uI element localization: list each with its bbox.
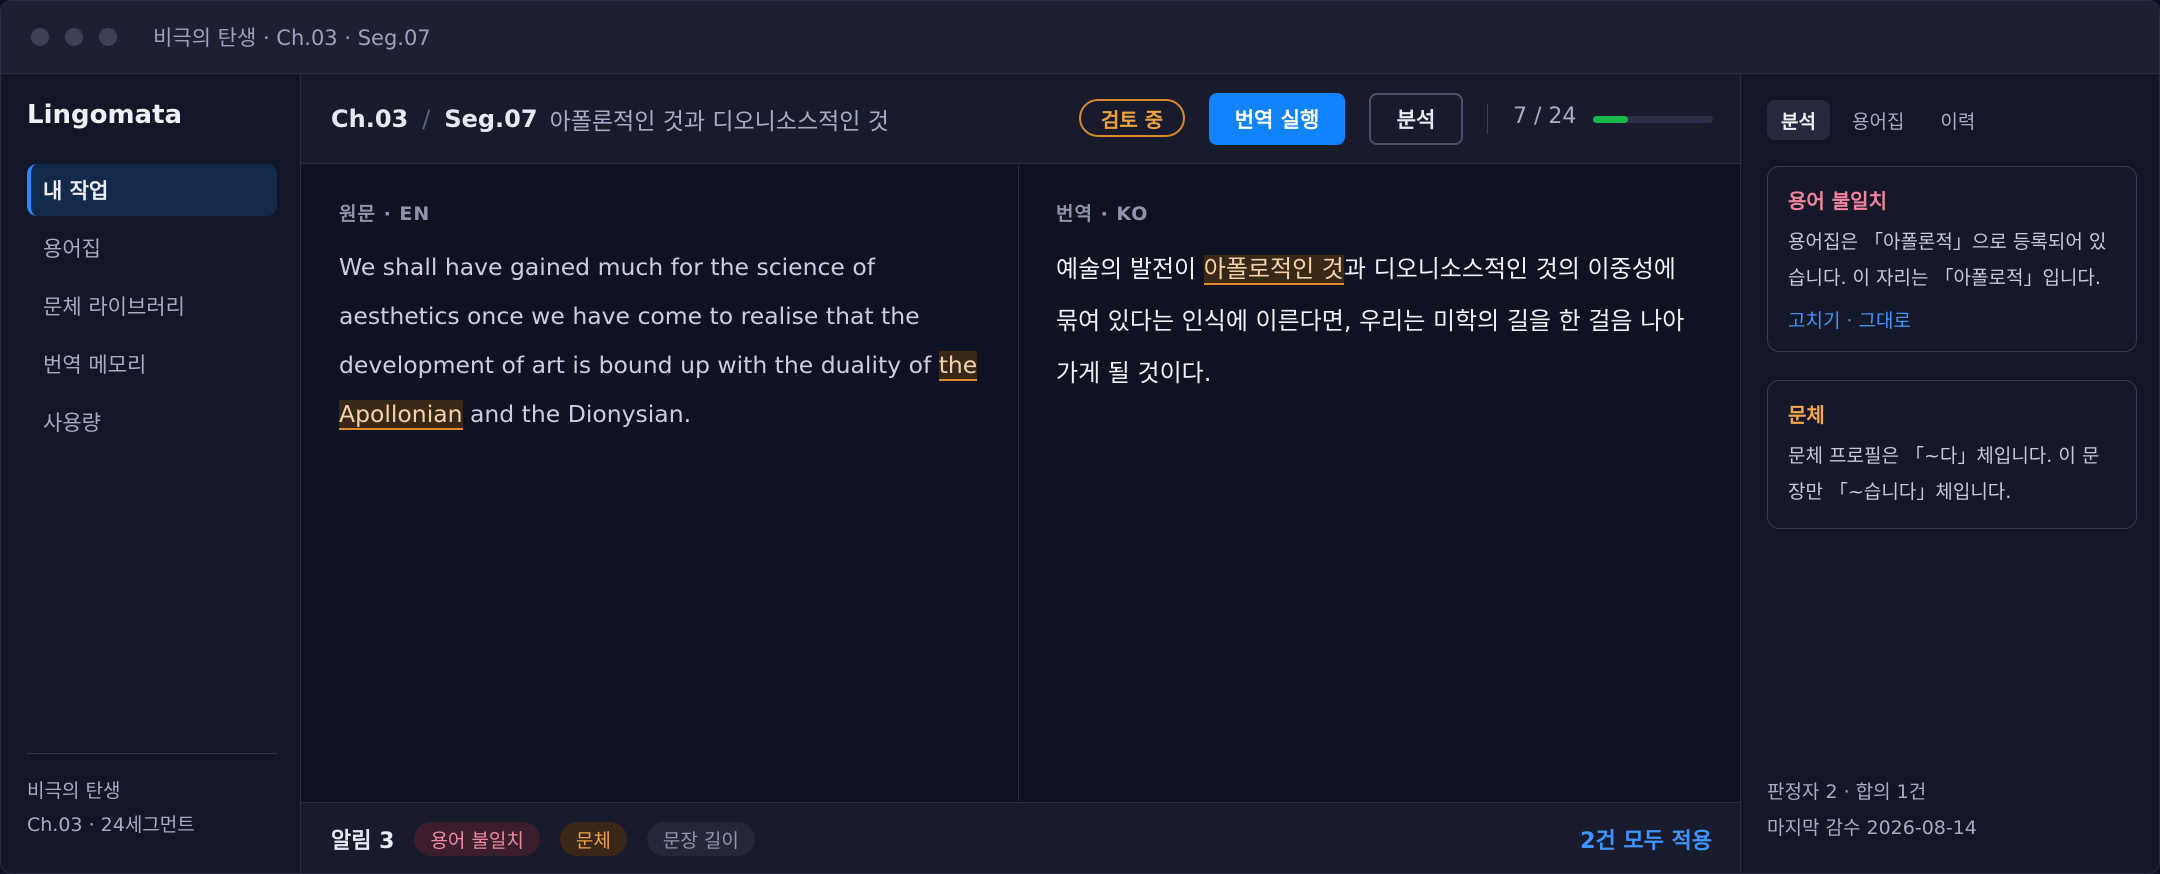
target-pane: 번역 · KO 예술의 발전이 아폴로적인 것과 디오니소스적인 것의 이중성에…	[1020, 165, 1740, 801]
sidebar-item-usage[interactable]: 사용량	[27, 396, 277, 448]
maximize-window-button[interactable]	[99, 28, 117, 46]
target-text-editor[interactable]: 예술의 발전이 아폴로적인 것과 디오니소스적인 것의 이중성에 묶여 있다는 …	[1056, 243, 1696, 399]
source-text-after: and the Dionysian.	[462, 400, 692, 428]
toolbar-divider	[1487, 104, 1488, 134]
project-info: 비극의 탄생 Ch.03 · 24세그먼트	[27, 774, 195, 842]
term-card-title: 용어 불일치	[1788, 189, 1887, 213]
alert-count: 알림 3	[331, 829, 395, 854]
style-card-title: 문체	[1788, 403, 1825, 427]
sidebar-divider	[27, 753, 277, 754]
sidebar: Lingomata 내 작업 용어집 문체 라이브러리 번역 메모리 사용량 비…	[1, 74, 301, 873]
sidebar-nav: 내 작업 용어집 문체 라이브러리 번역 메모리 사용량	[27, 164, 277, 454]
target-label: 번역 · KO	[1056, 203, 1149, 225]
alert-chip-style[interactable]: 문체	[559, 822, 627, 856]
last-review-date: 마지막 감수 2026-08-14	[1767, 817, 1977, 839]
project-chapter-info: Ch.03 · 24세그먼트	[27, 814, 195, 836]
source-label: 원문 · EN	[339, 203, 431, 225]
analysis-panel: 분석 용어집 이력 용어 불일치 용어집은 「아폴론적」으로 등록되어 있습니다…	[1740, 74, 2159, 873]
target-text-before: 예술의 발전이	[1056, 255, 1204, 283]
brand-logo: Lingomata	[27, 100, 183, 130]
breadcrumb-separator: /	[422, 104, 431, 133]
term-card-actions[interactable]: 고치기 · 그대로	[1788, 306, 2116, 333]
close-window-button[interactable]	[31, 28, 49, 46]
target-term-highlight[interactable]: 아폴로적인 것	[1203, 255, 1344, 285]
tab-glossary[interactable]: 용어집	[1838, 100, 1918, 140]
source-text-before: We shall have gained much for the scienc…	[339, 253, 939, 379]
term-card-body: 용어집은 「아폴론적」으로 등록되어 있습니다. 이 자리는 「아폴로적」입니다…	[1788, 231, 2107, 289]
breadcrumb-chapter[interactable]: Ch.03	[331, 105, 408, 133]
editor-main: Ch.03 / Seg.07 아폴론적인 것과 디오니소스적인 것 검토 중 번…	[301, 74, 1740, 873]
alert-chip-term-mismatch[interactable]: 용어 불일치	[414, 822, 540, 856]
segment-progress-text: 7 / 24	[1513, 104, 1577, 129]
sidebar-item-glossary[interactable]: 용어집	[27, 222, 277, 274]
breadcrumb: Ch.03 / Seg.07 아폴론적인 것과 디오니소스적인 것	[331, 102, 889, 136]
style-card-body: 문체 프로필은 「~다」체입니다. 이 문장만 「~습니다」체입니다.	[1788, 445, 2100, 503]
run-translation-button[interactable]: 번역 실행	[1209, 93, 1345, 145]
segment-progress-bar	[1593, 116, 1713, 123]
reviewer-summary: 판정자 2 · 합의 1건	[1767, 781, 1927, 803]
alert-chip-sentence-length[interactable]: 문장 길이	[646, 822, 755, 856]
tab-analysis[interactable]: 분석	[1767, 100, 1830, 140]
sidebar-item-translation-memory[interactable]: 번역 메모리	[27, 338, 277, 390]
review-info: 판정자 2 · 합의 1건 마지막 감수 2026-08-14	[1767, 774, 1977, 846]
sidebar-item-my-work[interactable]: 내 작업	[27, 164, 277, 216]
project-name: 비극의 탄생	[27, 780, 121, 802]
window-controls	[31, 28, 117, 46]
segment-title: 아폴론적인 것과 디오니소스적인 것	[549, 108, 889, 135]
term-mismatch-card: 용어 불일치 용어집은 「아폴론적」으로 등록되어 있습니다. 이 자리는 「아…	[1767, 166, 2137, 352]
apply-all-button[interactable]: 2건 모두 적용	[1580, 823, 1712, 855]
style-card: 문체 문체 프로필은 「~다」체입니다. 이 문장만 「~습니다」체입니다.	[1767, 380, 2137, 529]
breadcrumb-segment: Seg.07	[444, 104, 538, 133]
panel-tabs: 분석 용어집 이력	[1767, 100, 1989, 140]
tab-history[interactable]: 이력	[1926, 100, 1989, 140]
title-bar: 비극의 탄생 · Ch.03 · Seg.07	[1, 1, 2159, 74]
minimize-window-button[interactable]	[65, 28, 83, 46]
editor-toolbar: Ch.03 / Seg.07 아폴론적인 것과 디오니소스적인 것 검토 중 번…	[301, 74, 1740, 164]
source-pane: 원문 · EN We shall have gained much for th…	[301, 165, 1019, 801]
segment-progress-fill	[1593, 116, 1628, 123]
status-badge: 검토 중	[1079, 99, 1186, 137]
source-text: We shall have gained much for the scienc…	[339, 243, 999, 439]
app-window: 비극의 탄생 · Ch.03 · Seg.07 Lingomata 내 작업 용…	[0, 0, 2160, 874]
window-title: 비극의 탄생 · Ch.03 · Seg.07	[153, 26, 431, 50]
alert-bar: 알림 3 용어 불일치 문체 문장 길이 2건 모두 적용	[301, 802, 1740, 873]
sidebar-item-style-library[interactable]: 문체 라이브러리	[27, 280, 277, 332]
analyze-button[interactable]: 분석	[1369, 93, 1463, 145]
